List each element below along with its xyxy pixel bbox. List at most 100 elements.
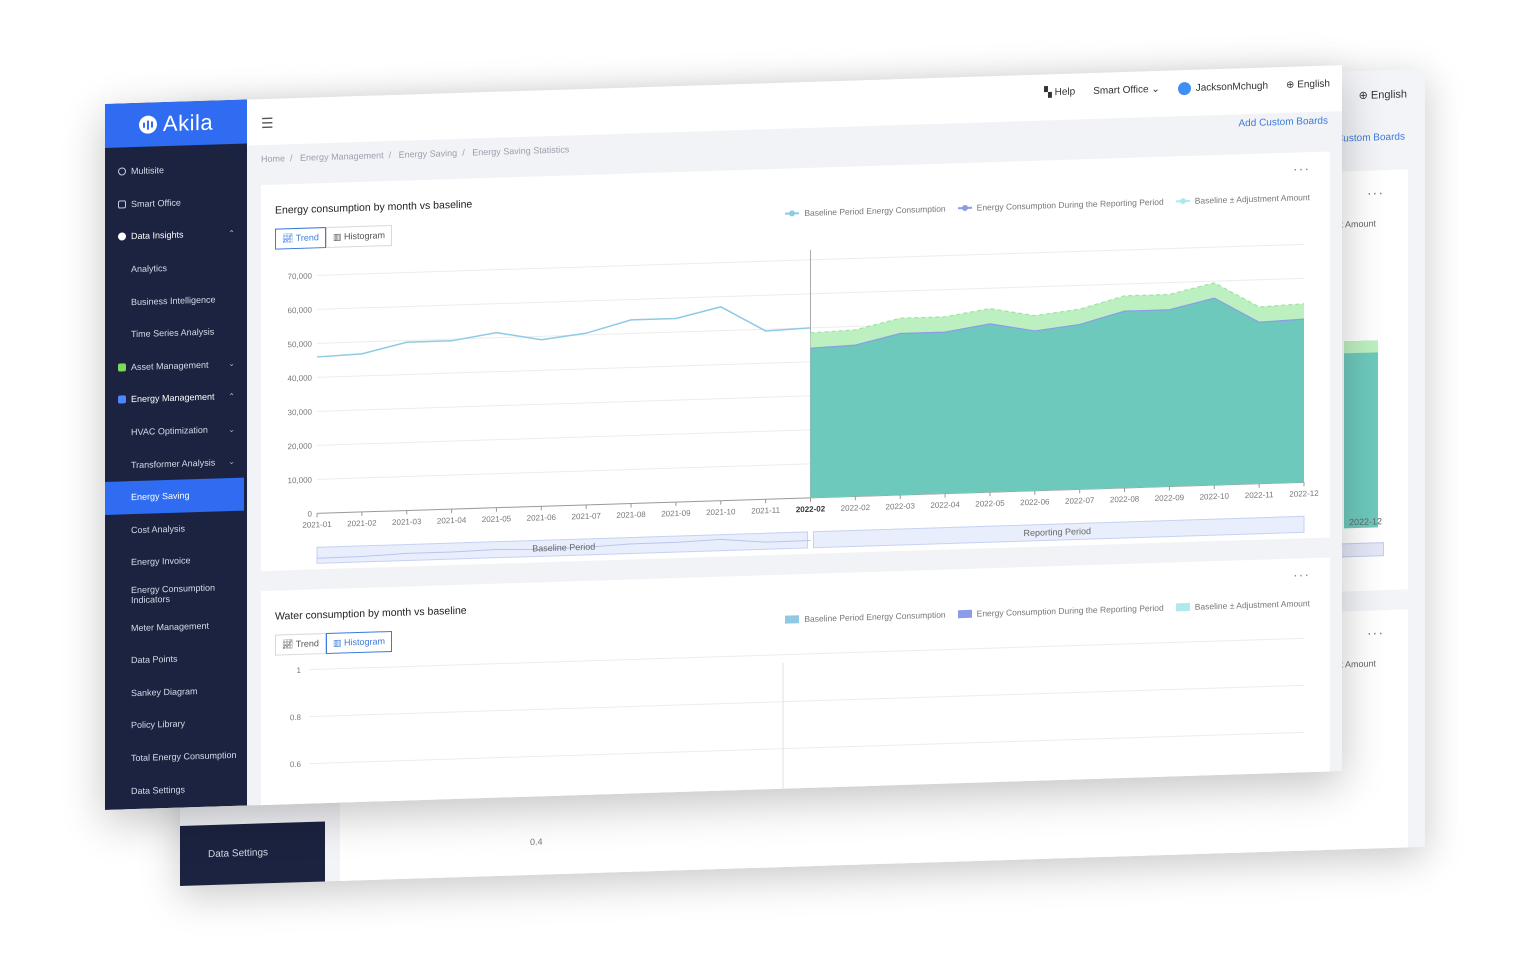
chevron-up-icon: ⌃ (228, 391, 235, 402)
x-tick-label: 2022-02 (841, 503, 871, 513)
sidebar-item-label: Multisite (131, 165, 165, 177)
y-tick-label: 0 (308, 509, 313, 518)
grid-line (309, 684, 1304, 718)
site-selector[interactable]: Smart Office ⌄ (1093, 84, 1160, 97)
back-range-slider[interactable] (1340, 542, 1384, 558)
chevron-down-icon: ⌄ (1151, 83, 1160, 96)
sidebar-item-policy-library[interactable]: Policy Library (105, 706, 247, 743)
x-tick-label: 2022-06 (1020, 497, 1050, 507)
globe-icon: ⊕ (1286, 79, 1298, 91)
sidebar-item-label: Business Intelligence (131, 294, 216, 307)
sidebar-item-analytics[interactable]: Analytics (105, 249, 247, 286)
x-tick-label: 2021-04 (437, 516, 467, 526)
sidebar-item-sankey-diagram[interactable]: Sankey Diagram (105, 673, 247, 710)
x-tick-label: 2022-10 (1200, 492, 1230, 502)
x-tick-label: 2022-09 (1155, 493, 1185, 503)
top-right-controls: ▚ Help Smart Office ⌄ JacksonMchugh ⊕ En… (1044, 78, 1330, 100)
y-tick-label: 60,000 (288, 305, 313, 315)
x-tick-label: 2021-11 (751, 506, 780, 516)
logo[interactable]: Akila (105, 99, 247, 148)
sidebar-item-hvac-optimization[interactable]: HVAC Optimization ⌄ (105, 412, 247, 449)
back-sidebar: Data Settings (180, 821, 325, 886)
globe-icon (118, 167, 126, 176)
main-window: Akila Multisite Smart Office Data Insights… (105, 65, 1342, 810)
more-icon[interactable]: ··· (1367, 624, 1384, 641)
chevron-down-icon: ⌄ (228, 457, 235, 467)
x-tick-label: 2021-09 (661, 509, 691, 519)
sidebar-item-energy-invoice[interactable]: Energy Invoice (105, 543, 247, 580)
sidebar-item-data-settings[interactable]: Data Settings (105, 771, 247, 808)
sidebar-item-energy-saving[interactable]: Energy Saving (105, 477, 244, 515)
slider-label-reporting: Reporting Period (1023, 526, 1091, 538)
y-tick-label: 0.8 (290, 713, 302, 722)
breadcrumb-current: Energy Saving Statistics (472, 144, 570, 158)
sidebar-item-label: Asset Management (131, 359, 209, 373)
help-link[interactable]: ▚ Help (1044, 87, 1075, 99)
sidebar-item-asset-management[interactable]: Asset Management ⌄ (105, 347, 247, 384)
sidebar-item-label: Transformer Analysis (131, 457, 216, 470)
sidebar-item-label: Energy Invoice (131, 555, 191, 568)
sidebar-item-cost-analysis[interactable]: Cost Analysis (105, 510, 247, 547)
sidebar-item-label: Energy Saving (131, 490, 190, 503)
y-tick-label: 0.6 (290, 760, 302, 769)
sidebar-item-transformer-analysis[interactable]: Transformer Analysis ⌄ (105, 445, 247, 482)
breadcrumb-energy-management[interactable]: Energy Management (300, 150, 384, 163)
sidebar-item-total-energy-consumption[interactable]: Total Energy Consumption (105, 738, 247, 775)
logo-text: Akila (162, 109, 214, 137)
language-selector[interactable]: ⊕ English (1286, 79, 1330, 91)
breadcrumb-home[interactable]: Home (261, 153, 285, 164)
back-language-selector[interactable]: ⊕ English (1359, 87, 1407, 102)
sidebar-item-label: Time Series Analysis (131, 326, 215, 340)
energy-area-chart: 0 10,000 20,000 30,000 40,000 50,000 60,000 70,… (288, 243, 1319, 564)
sidebar-item-smart-office[interactable]: Smart Office (105, 184, 247, 221)
sidebar-item-label: Policy Library (131, 718, 186, 731)
x-tick-label: 2022-08 (1110, 494, 1140, 504)
x-tick-label: 2021-05 (482, 514, 512, 524)
sidebar-item-business-intelligence[interactable]: Business Intelligence (105, 282, 247, 319)
y-tick-label: 50,000 (288, 339, 313, 349)
top-bar: ☰ ▚ Help Smart Office ⌄ JacksonMchugh ⊕ … (247, 65, 1342, 146)
x-tick-label: 2022-02 (796, 504, 826, 514)
user-menu[interactable]: JacksonMchugh (1177, 79, 1268, 96)
sidebar-item-energy-consumption-indicators[interactable]: Energy Consumption Indicators (105, 575, 247, 612)
breadcrumb-energy-saving[interactable]: Energy Saving (399, 148, 458, 160)
breadcrumb: Home / Energy Management / Energy Saving / … (261, 144, 570, 165)
asset-icon (118, 363, 126, 372)
sidebar-item-label: Cost Analysis (131, 523, 186, 536)
sidebar-item-data-points[interactable]: Data Points (105, 640, 247, 677)
sidebar-item-time-series-analysis[interactable]: Time Series Analysis (105, 315, 247, 352)
back-y-tick: 0.4 (530, 836, 543, 848)
y-tick-label: 1 (297, 666, 302, 675)
insight-icon (118, 232, 126, 242)
x-tick-label: 2022-04 (930, 500, 960, 510)
x-tick-label: 2021-10 (706, 507, 736, 517)
x-tick-label: 2022-11 (1245, 490, 1274, 500)
globe-icon: ⊕ (1358, 89, 1368, 102)
help-icon: ▚ (1044, 87, 1055, 99)
chevron-down-icon: ⌄ (228, 359, 235, 369)
sidebar-item-label: Analytics (131, 263, 168, 275)
sidebar-item-energy-management[interactable]: Energy Management ⌃ (105, 380, 247, 417)
x-tick-label: 2021-06 (527, 513, 557, 523)
sidebar-item-label: HVAC Optimization (131, 424, 208, 438)
sidebar-item-label: Data Points (131, 653, 178, 666)
sidebar-item-multisite[interactable]: Multisite (105, 152, 247, 189)
y-tick-label: 30,000 (288, 407, 313, 417)
more-icon[interactable]: ··· (1367, 184, 1384, 201)
energy-chart-card: Energy consumption by month vs baseline … (261, 151, 1330, 572)
back-add-boards-link[interactable]: Custom Boards (1336, 132, 1405, 145)
add-custom-boards-link[interactable]: Add Custom Boards (1239, 116, 1329, 130)
x-tick-label: 2022-03 (886, 502, 916, 512)
back-sidebar-item[interactable]: Data Settings (208, 847, 268, 860)
sidebar-item-meter-management[interactable]: Meter Management (105, 608, 247, 645)
grid-line (309, 731, 1304, 765)
sidebar-item-label: Energy Management (131, 392, 215, 405)
sidebar-item-label: Total Energy Consumption (131, 749, 237, 764)
x-tick-label: 2021-03 (392, 517, 422, 527)
chevron-up-icon: ⌃ (228, 228, 235, 239)
x-tick-label: 2021-07 (572, 511, 602, 521)
water-chart-card: Water consumption by month vs baseline ·… (261, 557, 1330, 810)
sidebar-item-data-insights[interactable]: Data Insights ⌃ (105, 217, 247, 254)
x-tick-label: 2021-01 (302, 520, 332, 530)
menu-toggle-icon[interactable]: ☰ (261, 115, 274, 132)
